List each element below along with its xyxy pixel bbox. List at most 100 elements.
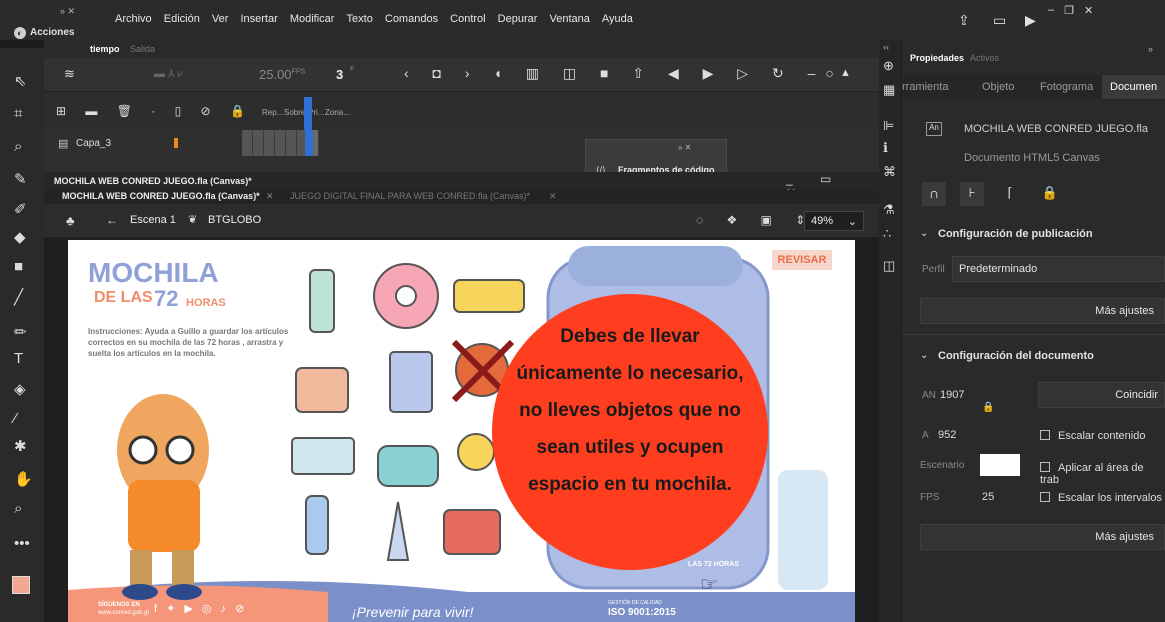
checkbox[interactable] bbox=[1040, 430, 1050, 440]
document-section-title[interactable]: Configuración del documento bbox=[938, 350, 1094, 362]
guides-icon[interactable]: ⊦ bbox=[960, 182, 984, 206]
tab-document-other[interactable]: JUEGO DIGITAL FINAL PARA WEB CONRED.fla … bbox=[290, 191, 530, 201]
menu-ver[interactable]: Ver bbox=[212, 13, 229, 25]
menu-texto[interactable]: Texto bbox=[347, 13, 373, 25]
frame-cell[interactable] bbox=[264, 130, 275, 156]
bone-tool-icon[interactable]: ✱ bbox=[14, 437, 27, 455]
history-icon[interactable]: ◫ bbox=[883, 258, 895, 274]
more-settings-button-2[interactable]: Más ajustes bbox=[920, 524, 1165, 550]
align-icon[interactable]: ⊫ bbox=[883, 118, 894, 134]
test-movie-icon[interactable]: ▶ bbox=[1025, 12, 1036, 29]
panel-options-icon[interactable]: » ✕ bbox=[678, 143, 691, 152]
hand-tool-icon[interactable]: ✋ bbox=[14, 470, 33, 488]
zoom-tool-icon[interactable]: ⌕ bbox=[14, 500, 22, 517]
layer-row[interactable]: ▤ Capa_3 bbox=[44, 130, 879, 156]
swatches-icon[interactable]: ▦ bbox=[883, 82, 895, 98]
snap-icon[interactable]: ∩ bbox=[922, 182, 946, 206]
subtab-object[interactable]: Objeto bbox=[982, 81, 1014, 93]
menu-modificar[interactable]: Modificar bbox=[290, 13, 335, 25]
frame-cell[interactable] bbox=[275, 130, 286, 156]
playback-controls[interactable]: ‹ ◘ › ◖ ▥ ◫ ■ ⇧ ◀ ▶ ▷ ↻ –○ bbox=[404, 65, 844, 82]
expand-icon[interactable]: ▲ bbox=[840, 67, 851, 79]
text-tool-icon[interactable]: T bbox=[14, 350, 23, 367]
pencil-tool-icon[interactable]: ✏ bbox=[14, 323, 27, 341]
chevron-down-icon[interactable]: ⌄ bbox=[920, 350, 928, 361]
layers-icon[interactable]: ≋ bbox=[64, 66, 75, 82]
frame-cell[interactable] bbox=[286, 130, 297, 156]
match-button[interactable]: Coincidir bbox=[1038, 382, 1165, 408]
menu-ayuda[interactable]: Ayuda bbox=[602, 13, 633, 25]
eyedropper-icon[interactable]: ⁄ bbox=[14, 410, 17, 427]
tab-timeline[interactable]: tiempo bbox=[90, 44, 120, 54]
link-dimensions-icon[interactable]: 🔒 bbox=[982, 402, 994, 413]
layer-tools-icons[interactable]: ⊞ ▬ 🗑 · ▯ ⊘ 🔒 bbox=[56, 104, 253, 118]
layer-name[interactable]: Capa_3 bbox=[76, 138, 111, 149]
chevron-down-icon[interactable]: ⌄ bbox=[920, 228, 928, 239]
checkbox[interactable] bbox=[1040, 462, 1050, 472]
subtab-tool[interactable]: rramienta bbox=[902, 81, 948, 93]
brush-tool-icon[interactable]: ✐ bbox=[14, 200, 27, 218]
panel-menu-icon[interactable]: » bbox=[1148, 44, 1153, 54]
stage-color-swatch[interactable] bbox=[980, 454, 1020, 476]
paint-bucket-icon[interactable]: ◈ bbox=[14, 380, 26, 398]
more-tools-icon[interactable]: ••• bbox=[14, 535, 30, 552]
line-tool-icon[interactable]: ╱ bbox=[14, 288, 23, 306]
panel-collapse-icon[interactable]: » ✕ bbox=[60, 6, 75, 17]
height-input[interactable]: 952 bbox=[938, 429, 956, 441]
info-icon[interactable]: ℹ bbox=[883, 140, 888, 156]
tab-assets[interactable]: Activos bbox=[970, 53, 999, 63]
rectangle-tool-icon[interactable]: ■ bbox=[14, 258, 23, 275]
publish-section-title[interactable]: Configuración de publicación bbox=[938, 228, 1093, 240]
pen-tool-icon[interactable]: ✎ bbox=[14, 170, 27, 188]
menu-insertar[interactable]: Insertar bbox=[240, 13, 277, 25]
apply-area-option[interactable]: Aplicar al área de trab bbox=[1040, 462, 1165, 486]
restore-icon[interactable]: ❐ bbox=[1064, 4, 1074, 24]
actions-panel-label[interactable]: Acciones bbox=[30, 27, 74, 38]
playhead[interactable] bbox=[304, 97, 312, 130]
close-tab-icon[interactable]: ✕ bbox=[549, 191, 557, 202]
fps-input[interactable]: 25 bbox=[982, 491, 994, 503]
width-input[interactable]: 1907 bbox=[940, 389, 964, 401]
camera-icon[interactable]: ▬ ⅄ ⩗ bbox=[154, 67, 184, 81]
more-settings-button[interactable]: Más ajustes bbox=[920, 298, 1165, 324]
lock-icon[interactable]: 🔒 bbox=[1038, 182, 1062, 206]
frame-number[interactable]: 3 bbox=[336, 67, 343, 82]
tab-document-active[interactable]: MOCHILA WEB CONRED JUEGO.fla (Canvas)* bbox=[62, 191, 260, 201]
close-tab-icon[interactable]: ✕ bbox=[266, 191, 274, 202]
menu-edicion[interactable]: Edición bbox=[164, 13, 200, 25]
menu-comandos[interactable]: Comandos bbox=[385, 13, 438, 25]
symbol-name[interactable]: BTGLOBO bbox=[208, 214, 261, 226]
transform-tool-icon[interactable]: ⌗ bbox=[14, 105, 22, 122]
subtab-frame[interactable]: Fotograma bbox=[1040, 81, 1093, 93]
checkbox[interactable] bbox=[1040, 492, 1050, 502]
tab-properties[interactable]: Propiedades bbox=[910, 53, 964, 63]
minimize-icon[interactable]: – bbox=[1048, 4, 1054, 24]
menu-control[interactable]: Control bbox=[450, 13, 485, 25]
stage-canvas[interactable]: MOCHILA DE LAS 72 HORAS Instrucciones: A… bbox=[68, 240, 855, 622]
zoom-field[interactable]: 49% ⌄ bbox=[804, 211, 864, 231]
rulers-icon[interactable]: ⌈ bbox=[998, 182, 1022, 206]
menu-archivo[interactable]: Archivo bbox=[115, 13, 152, 25]
fill-color-swatch[interactable] bbox=[12, 576, 30, 594]
scale-intervals-option[interactable]: Escalar los intervalos bbox=[1040, 492, 1162, 504]
components-icon[interactable]: ⚗ bbox=[883, 202, 895, 218]
share-icon[interactable]: ⇪ bbox=[958, 12, 970, 29]
frame-cell[interactable] bbox=[242, 130, 253, 156]
stage-view-icons[interactable]: ◌ ❖ ▣ ⇕ bbox=[696, 213, 815, 227]
tab-output[interactable]: Salida bbox=[130, 44, 155, 54]
fps-value[interactable]: 25.00FPS bbox=[259, 67, 305, 82]
menu-depurar[interactable]: Depurar bbox=[498, 13, 538, 25]
eraser-tool-icon[interactable]: ◆ bbox=[14, 228, 26, 246]
social-icons[interactable]: f ✦ ▶ ◎ ♪ ⊘ bbox=[154, 602, 247, 615]
subtab-document[interactable]: Documen bbox=[1110, 81, 1157, 93]
profile-select[interactable]: Predeterminado bbox=[952, 256, 1165, 282]
menu-ventana[interactable]: Ventana bbox=[549, 13, 589, 25]
transform-icon[interactable]: ⌘ bbox=[883, 164, 896, 180]
back-arrow-icon[interactable]: ← bbox=[106, 213, 118, 227]
frame-cell[interactable] bbox=[253, 130, 264, 156]
close-icon[interactable]: ✕ bbox=[1084, 4, 1093, 24]
motion-icon[interactable]: ∴ bbox=[883, 226, 891, 242]
selection-tool-icon[interactable]: ⇖ bbox=[14, 72, 27, 90]
collapse-icon[interactable]: ‹‹ bbox=[883, 42, 889, 52]
library-icon[interactable]: ⊕ bbox=[883, 58, 894, 74]
